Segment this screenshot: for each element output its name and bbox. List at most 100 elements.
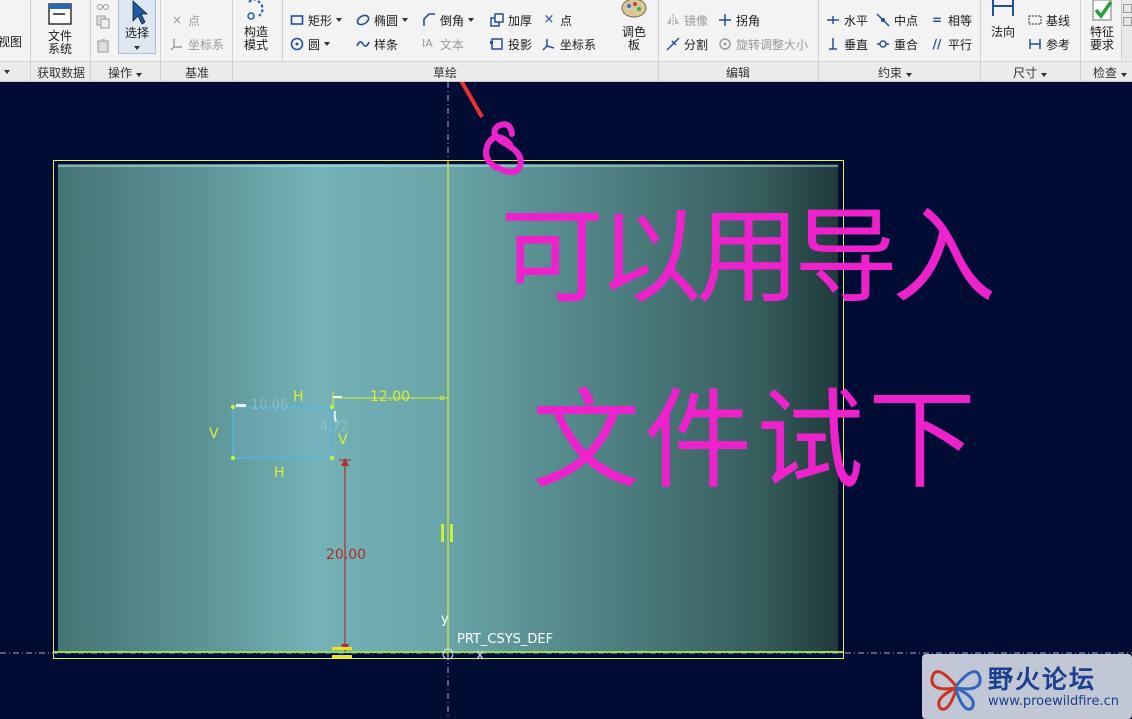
normal-dimension-label: 法向 (990, 25, 1015, 39)
file-system-icon (45, 2, 75, 28)
file-system-button[interactable]: 文件 系统 (40, 2, 80, 56)
group-label-inspect-text: 检查 (1092, 66, 1117, 80)
datum-point-button[interactable]: × 点 (170, 10, 200, 30)
sketch-csys-label: 坐标系 (560, 37, 597, 52)
baseline-label: 基线 (1046, 13, 1071, 28)
divide-icon (666, 37, 680, 51)
text-icon: IA (422, 37, 433, 50)
chamfer-button[interactable]: 倒角 (422, 10, 475, 30)
feature-requirements-label-2: 要求 (1089, 38, 1114, 52)
palette-icon (619, 0, 649, 24)
point-x-icon: × (543, 12, 555, 27)
paste-button[interactable] (96, 36, 114, 56)
divide-label: 分割 (684, 37, 709, 52)
chevron-down-icon (134, 46, 140, 50)
group-label-constrain-text: 约束 (877, 66, 902, 80)
parallel-constraint-button[interactable]: // 平行 (930, 34, 972, 54)
group-label-edit[interactable]: 编辑 (710, 64, 766, 81)
sketch-canvas[interactable]: 12.00 20.00 10.06 4.72 H H V V y PRT_CSY… (0, 82, 1132, 719)
mirror-label: 镜像 (684, 13, 709, 28)
circle-button[interactable]: 圆 (290, 34, 331, 54)
chevron-down-icon (336, 18, 343, 22)
chevron-down-icon (1121, 73, 1127, 77)
scissors-icon (96, 0, 110, 11)
project-icon (490, 37, 504, 51)
horizontal-constraint-button[interactable]: 水平 (826, 10, 868, 30)
chamfer-icon (422, 13, 436, 27)
group-label-dimension[interactable]: 尺寸 (1000, 64, 1060, 81)
feature-requirements-button[interactable]: 特征 要求 (1084, 0, 1120, 52)
corner-label: 拐角 (736, 13, 761, 28)
arrow-pointer-icon (122, 0, 152, 25)
rotate-resize-label: 旋转调整大小 (736, 37, 809, 52)
thicken-button[interactable]: 加厚 (490, 10, 532, 30)
normal-dimension-icon (988, 0, 1018, 22)
rotate-icon (718, 37, 732, 51)
baseline-button[interactable]: 基线 (1028, 10, 1070, 30)
separator (980, 62, 981, 81)
construction-mode-button[interactable]: 构造 模式 (238, 0, 274, 52)
sketch-point-label: 点 (560, 13, 573, 28)
watermark-url: www.proewildfire.cn (988, 694, 1119, 709)
corner-button[interactable]: 拐角 (718, 10, 760, 30)
sketch-point-button[interactable]: × 点 (542, 10, 572, 30)
chevron-down-icon[interactable] (4, 70, 10, 74)
group-label-constrain[interactable]: 约束 (860, 64, 930, 81)
ribbon-scroll[interactable] (1121, 0, 1132, 60)
chevron-down-icon (468, 18, 475, 22)
group-label-get-data[interactable]: 获取数据 (34, 64, 88, 81)
sketch-csys-button[interactable]: 坐标系 (542, 34, 596, 54)
datum-point-label: 点 (188, 13, 201, 28)
thicken-icon (490, 13, 504, 27)
project-button[interactable]: 投影 (490, 34, 532, 54)
divide-button[interactable]: 分割 (666, 34, 708, 54)
select-button[interactable]: 选择 (118, 0, 156, 54)
baseline-icon (1028, 13, 1042, 27)
reference-button[interactable]: 参考 (1028, 34, 1070, 54)
view-button[interactable]: 视图 (0, 36, 22, 49)
group-label-dimension-text: 尺寸 (1012, 66, 1037, 80)
separator (658, 62, 659, 81)
palette-label-2: 板 (627, 38, 640, 52)
spline-button[interactable]: 样条 (356, 34, 398, 54)
step-number-8 (483, 121, 524, 175)
mirror-button[interactable]: 镜像 (666, 10, 708, 30)
ellipse-label: 椭圆 (374, 13, 399, 28)
vertical-label: 垂直 (844, 37, 869, 52)
checkmark-icon (1087, 0, 1117, 24)
rectangle-icon (290, 13, 304, 27)
copy-button[interactable] (96, 12, 114, 32)
rotate-resize-button[interactable]: 旋转调整大小 (718, 34, 808, 54)
chevron-down-icon (136, 73, 142, 77)
watermark: 野火论坛 www.proewildfire.cn (922, 654, 1132, 719)
select-dropdown[interactable] (119, 40, 155, 50)
datum-csys-button[interactable]: 坐标系 (170, 34, 224, 54)
normal-dimension-button[interactable]: 法向 (986, 0, 1020, 39)
group-label-datum[interactable]: 基准 (166, 64, 228, 81)
csys-icon (542, 37, 556, 51)
parallel-label: 平行 (948, 37, 973, 52)
separator (232, 62, 233, 81)
group-label-inspect[interactable]: 检查 (1088, 64, 1132, 81)
equal-label: 相等 (948, 13, 973, 28)
construction-mode-label-2: 模式 (243, 38, 268, 52)
group-label-sketch[interactable]: 草绘 (420, 64, 470, 81)
paste-icon (96, 39, 110, 53)
group-label-operations[interactable]: 操作 (96, 64, 154, 81)
vertical-constraint-button[interactable]: 垂直 (826, 34, 868, 54)
coincident-label: 重合 (894, 37, 919, 52)
point-x-icon: × (171, 13, 183, 27)
ellipse-button[interactable]: 椭圆 (356, 10, 409, 30)
midpoint-label: 中点 (894, 13, 919, 28)
midpoint-constraint-button[interactable]: 中点 (876, 10, 918, 30)
text-button[interactable]: IA 文本 (422, 34, 464, 54)
rectangle-label: 矩形 (308, 13, 333, 28)
midpoint-icon (876, 13, 890, 27)
palette-button[interactable]: 调色 板 (614, 0, 654, 52)
rectangle-button[interactable]: 矩形 (290, 10, 343, 30)
separator (1080, 62, 1081, 81)
separator (30, 62, 31, 81)
project-label: 投影 (508, 37, 533, 52)
equal-constraint-button[interactable]: = 相等 (930, 10, 972, 30)
coincident-constraint-button[interactable]: 重合 (876, 34, 918, 54)
